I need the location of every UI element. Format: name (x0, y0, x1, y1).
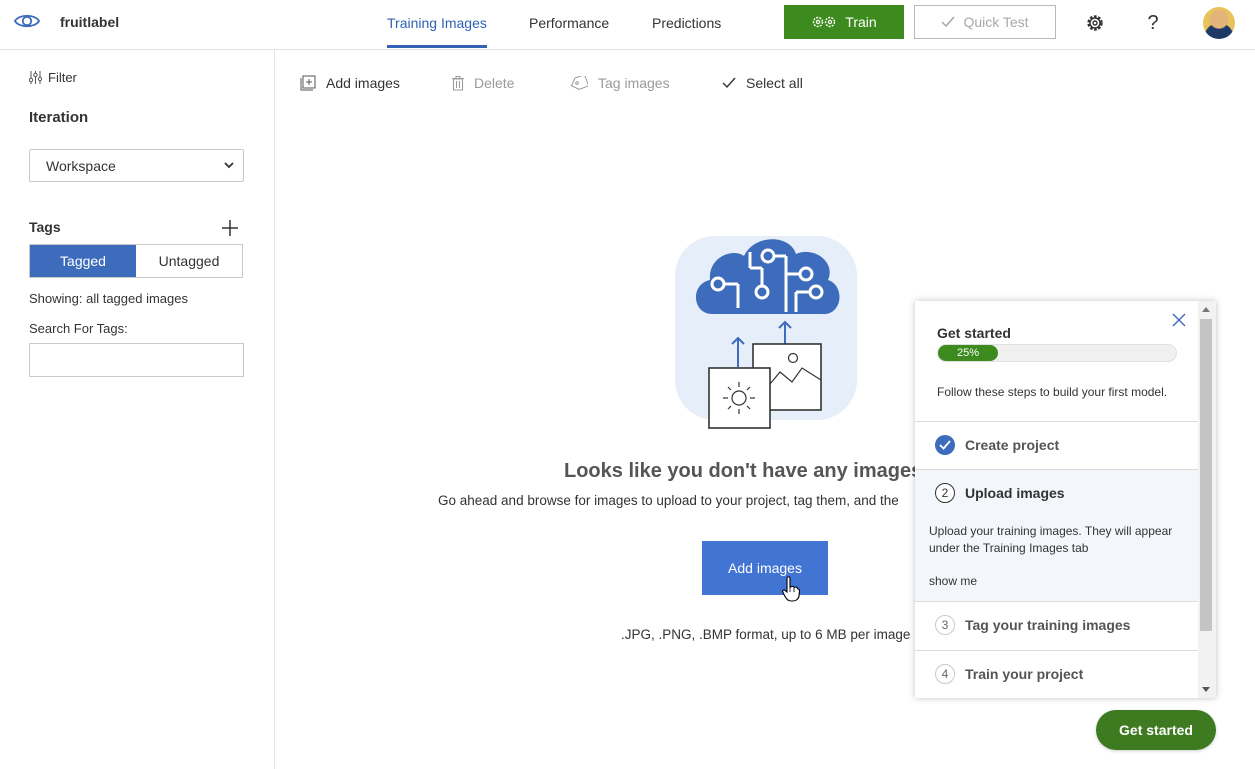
current-step-description: Upload your training images. They will a… (929, 524, 1173, 555)
search-tags-input[interactable] (29, 343, 244, 377)
checkmark-icon (941, 16, 955, 28)
tab-training-images[interactable]: Training Images (387, 15, 487, 31)
tag-images-label: Tag images (598, 75, 670, 91)
show-me-link[interactable]: show me (929, 574, 977, 588)
step-tag-images[interactable]: 3 Tag your training images (935, 615, 1130, 635)
step-label: Train your project (965, 666, 1084, 682)
search-tags-label: Search For Tags: (29, 321, 128, 336)
empty-state-subtitle: Go ahead and browse for images to upload… (438, 493, 899, 508)
checkmark-icon (722, 77, 736, 89)
project-name[interactable]: fruitlabel (60, 14, 119, 30)
iteration-heading: Iteration (29, 109, 89, 126)
step-upload-images[interactable]: 2 Upload images (935, 483, 1065, 503)
scroll-down-arrow-icon[interactable] (1202, 687, 1210, 692)
scrollbar-thumb[interactable] (1200, 319, 1212, 631)
select-all-label: Select all (746, 75, 803, 91)
step-train-project[interactable]: 4 Train your project (935, 664, 1083, 684)
delete-toolbar-button[interactable]: Delete (452, 75, 514, 91)
filter-button[interactable]: Filter (29, 70, 77, 85)
get-started-title: Get started (937, 325, 1011, 341)
user-avatar[interactable] (1203, 7, 1235, 39)
iteration-dropdown[interactable]: Workspace (29, 149, 244, 182)
tab-performance[interactable]: Performance (529, 15, 609, 31)
settings-gear-icon[interactable] (1084, 12, 1106, 34)
step-label: Tag your training images (965, 617, 1131, 633)
iteration-value: Workspace (46, 158, 116, 174)
step-number: 4 (935, 664, 955, 684)
tab-predictions[interactable]: Predictions (652, 15, 721, 31)
showing-status: Showing: all tagged images (29, 291, 188, 306)
trash-icon (452, 75, 464, 90)
add-images-label: Add images (326, 75, 400, 91)
filter-label: Filter (48, 70, 77, 85)
step-number: 3 (935, 615, 955, 635)
add-tag-plus-icon[interactable] (220, 218, 240, 238)
active-tab-indicator (387, 45, 487, 48)
step-label: Upload images (965, 485, 1065, 501)
quick-test-label: Quick Test (963, 14, 1029, 30)
step-create-project[interactable]: Create project (935, 435, 1059, 455)
tagged-option[interactable]: Tagged (30, 245, 136, 277)
tags-heading: Tags (29, 219, 61, 235)
tagged-toggle: Tagged Untagged (29, 244, 243, 278)
quick-test-button[interactable]: Quick Test (914, 5, 1056, 39)
filter-sliders-icon (29, 71, 42, 84)
scroll-up-arrow-icon[interactable] (1202, 307, 1210, 312)
progress-fill: 25% (938, 345, 998, 361)
select-all-toolbar-button[interactable]: Select all (722, 75, 803, 91)
divider (915, 650, 1198, 651)
sidebar: Filter Iteration Workspace Tags Tagged U… (0, 50, 275, 769)
chevron-down-icon (224, 162, 234, 169)
get-started-description: Follow these steps to build your first m… (937, 385, 1168, 399)
tag-icon (570, 76, 588, 90)
get-started-progress-bar: 25% (937, 344, 1177, 362)
divider (915, 601, 1198, 602)
divider (915, 421, 1198, 422)
step-number: 2 (935, 483, 955, 503)
eye-logo-icon[interactable] (14, 11, 40, 31)
untagged-option[interactable]: Untagged (136, 245, 242, 277)
top-header: fruitlabel Training Images Performance P… (0, 0, 1255, 50)
delete-label: Delete (474, 75, 515, 91)
add-images-button[interactable]: Add images (702, 541, 828, 595)
close-icon[interactable] (1171, 312, 1187, 328)
empty-state-title: Looks like you don't have any images (564, 460, 923, 482)
train-label: Train (845, 14, 877, 30)
get-started-panel: Get started 25% Follow these steps to bu… (915, 301, 1216, 698)
train-button[interactable]: Train (784, 5, 904, 39)
get-started-button[interactable]: Get started (1096, 710, 1216, 750)
tag-images-toolbar-button[interactable]: Tag images (570, 75, 670, 91)
step-label: Create project (965, 437, 1060, 453)
file-format-note: .JPG, .PNG, .BMP format, up to 6 MB per … (621, 627, 911, 642)
panel-scrollbar[interactable] (1198, 301, 1216, 698)
add-image-icon (300, 75, 316, 91)
add-images-toolbar-button[interactable]: Add images (300, 75, 400, 91)
brain-upload-illustration-icon (675, 236, 857, 429)
help-icon[interactable]: ? (1142, 12, 1164, 34)
hand-pointer-cursor-icon (782, 576, 800, 602)
step-complete-check-icon (935, 435, 955, 455)
gears-icon (813, 16, 836, 28)
